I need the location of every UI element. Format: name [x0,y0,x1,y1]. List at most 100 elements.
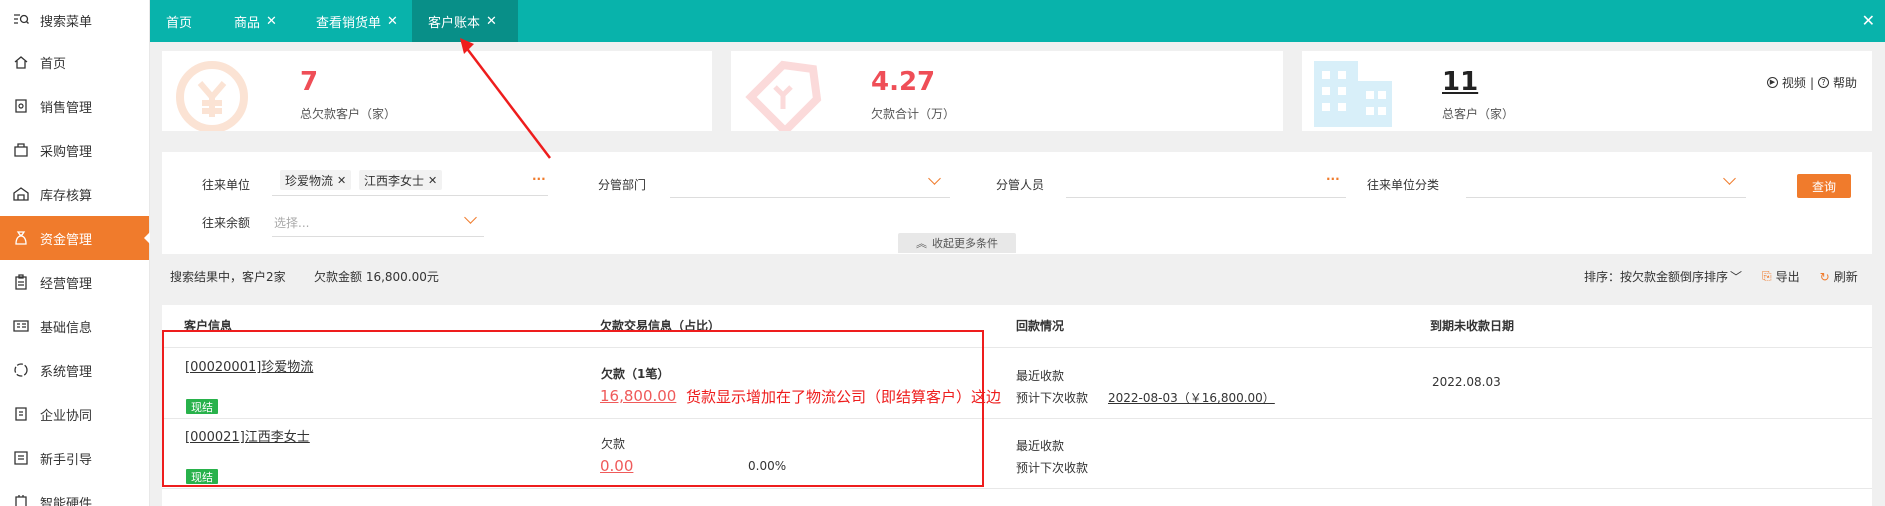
warehouse-icon [12,185,30,203]
next-payment-value[interactable]: 2022-08-03（￥16,800.00） [1108,389,1275,406]
tab-label: 查看销货单 [316,15,382,31]
sidebar-item-label: 系统管理 [40,364,93,380]
debt-customers-value: 7 [300,67,319,97]
sidebar: 搜索菜单 首页 销售管理 采购管理 库存核算 资金管理 经营管理 基础信息 系统… [0,0,150,506]
export-link[interactable]: 导出 [1776,268,1800,285]
tab-home[interactable]: 首页 [150,0,208,42]
hardware-icon [12,493,30,506]
home-icon [12,53,30,71]
partner-label: 往来单位 [202,178,251,192]
stat-card-total-customers: 11 总客户（家） [1302,51,1872,131]
sidebar-item-funds[interactable]: 资金管理 [0,216,150,260]
debt-total-label: 欠款合计（万） [871,107,956,121]
staff-more-icon[interactable]: ··· [1326,172,1340,186]
dept-field-underline [670,197,950,198]
annotation-arrow [460,38,551,159]
tab-sales-order[interactable]: 查看销货单 ✕ [300,0,414,42]
sidebar-item-search-menu[interactable]: 搜索菜单 [0,0,149,40]
staff-label: 分管人员 [996,178,1045,192]
partner-chip[interactable]: 珍爱物流 ✕ [280,170,352,190]
header-due-date: 到期未收款日期 [1430,319,1515,333]
collapse-conditions-button[interactable]: ︽ 收起更多条件 [898,233,1016,253]
sidebar-item-sales[interactable]: 销售管理 [0,84,149,128]
sidebar-item-operations[interactable]: 经营管理 [0,260,149,304]
query-button[interactable]: 查询 [1797,174,1851,198]
sidebar-item-collab[interactable]: 企业协同 [0,392,149,436]
sidebar-item-warehouse[interactable]: 库存核算 [0,172,149,216]
next-payment-label: 预计下次收款 [1016,461,1089,475]
close-icon[interactable]: ✕ [387,14,398,29]
category-field-underline [1466,197,1746,198]
sidebar-item-guide[interactable]: 新手引导 [0,436,149,480]
guide-icon [12,449,30,467]
video-link[interactable]: 视频 [1782,74,1806,91]
tab-bar: 首页 商品 ✕ 查看销货单 ✕ 客户账本 ✕ ✕ [150,0,1885,42]
sidebar-item-home[interactable]: 首页 [0,40,149,84]
staff-field-underline [1066,197,1346,198]
header-repayment: 回款情况 [1016,319,1065,333]
tab-label: 商品 [234,15,261,31]
sidebar-item-hardware[interactable]: 智能硬件 [0,480,149,506]
balance-field-underline [272,236,484,237]
stat-card-debt-customers: 7 总欠款客户（家） [162,51,712,134]
sidebar-item-label: 经营管理 [40,276,93,292]
sidebar-item-system[interactable]: 系统管理 [0,348,149,392]
chip-close-icon[interactable]: ✕ [337,174,346,187]
sidebar-item-label: 库存核算 [40,188,93,204]
help-separator: | [1809,75,1814,90]
help-link[interactable]: 帮助 [1833,74,1857,91]
dept-label: 分管部门 [598,178,647,192]
collapse-label: 收起更多条件 [932,237,998,250]
help-bar: ▶ 视频 | ? 帮助 [1766,74,1857,91]
purchase-icon [12,141,30,159]
close-icon[interactable]: ✕ [486,14,497,29]
export-icon: ⎘ [1762,269,1772,283]
sidebar-item-label: 销售管理 [40,100,93,116]
play-icon: ▶ [1766,77,1778,88]
sidebar-item-purchase[interactable]: 采购管理 [0,128,149,172]
help-circle-icon: ? [1817,77,1829,88]
filter-panel [162,152,1872,254]
close-all-icon[interactable]: ✕ [1862,11,1875,30]
chip-label: 江西李女士 [364,173,425,188]
annotation-note: 货款显示增加在了物流公司（即结算客户）这边 [686,388,1002,406]
money-bag-icon [12,229,30,247]
sidebar-item-basic-info[interactable]: 基础信息 [0,304,149,348]
recent-payment-label: 最近收款 [1016,439,1065,453]
tab-goods[interactable]: 商品 ✕ [218,0,293,42]
sidebar-item-label: 企业协同 [40,408,93,424]
chip-close-icon[interactable]: ✕ [428,174,437,187]
balance-label: 往来余额 [202,216,251,230]
partner-more-icon[interactable]: ··· [532,172,546,186]
refresh-icon: ↻ [1819,269,1830,284]
sidebar-item-label: 资金管理 [40,232,93,248]
total-customers-label: 总客户（家） [1442,107,1515,121]
clipboard-icon [12,273,30,291]
row-divider [162,488,1872,489]
search-menu-icon [12,11,30,29]
tab-label: 首页 [166,15,193,31]
collab-icon [12,405,30,423]
partner-chip[interactable]: 江西李女士 ✕ [359,170,443,190]
stat-card-debt-total: 4.27 欠款合计（万） [731,51,1283,137]
result-summary: 搜索结果中，客户2家 [170,270,286,284]
next-payment-label: 预计下次收款 [1016,391,1089,405]
close-icon[interactable]: ✕ [266,14,277,29]
recent-payment-label: 最近收款 [1016,369,1065,383]
yen-refresh-icon [172,57,252,134]
price-tag-icon [741,57,825,137]
sidebar-item-label: 搜索菜单 [40,14,93,30]
debt-amount-summary: 欠款金额 16,800.00元 [314,270,439,284]
info-card-icon [12,317,30,335]
refresh-link[interactable]: 刷新 [1834,268,1858,285]
category-label: 往来单位分类 [1367,178,1440,192]
debt-total-value: 4.27 [871,67,936,97]
balance-select[interactable]: 选择... [274,214,309,231]
due-date: 2022.08.03 [1432,375,1501,389]
sort-select[interactable]: 排序：按欠款金额倒序排序 [1584,268,1728,285]
tab-label: 客户账本 [428,15,481,31]
system-icon [12,361,30,379]
sort-bar: 排序：按欠款金额倒序排序 ﹀ ⎘ 导出 ↻ 刷新 [1584,268,1858,285]
total-customers-value[interactable]: 11 [1442,67,1478,97]
building-icon [1306,51,1402,134]
